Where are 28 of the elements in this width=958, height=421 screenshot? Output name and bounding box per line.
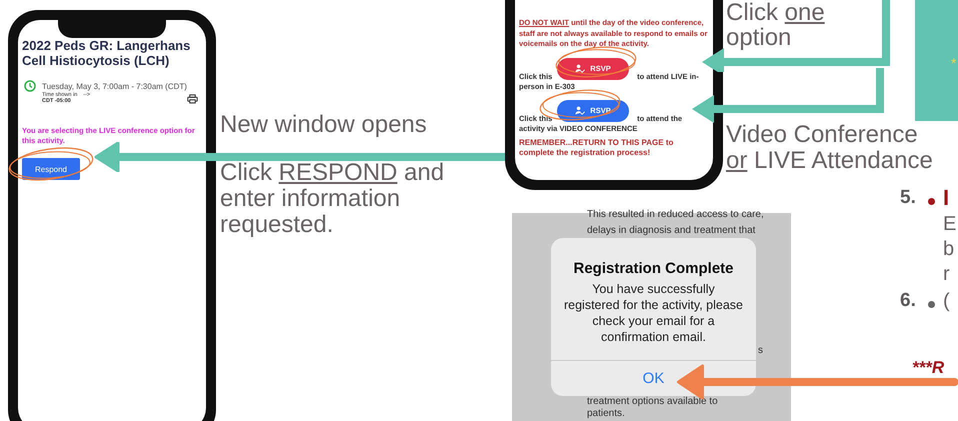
note-text: ***R xyxy=(912,358,944,378)
window-opens-text: New window opens xyxy=(220,112,428,138)
event-title: 2022 Peds GR: Langerhans Cell Histiocytosis (LCH) xyxy=(22,38,192,68)
step-number: 5. xyxy=(900,187,917,209)
event-time: Tuesday, May 3, 7:00am - 7:30am (CDT) xyxy=(42,82,187,90)
background-text: s xyxy=(758,345,763,356)
step-text: r xyxy=(943,262,951,287)
asterisk-text: * xyxy=(951,55,956,71)
clock-icon xyxy=(24,80,36,92)
step-text: b xyxy=(943,237,956,262)
background-text: delays in diagnosis and treatment that xyxy=(587,225,756,236)
dialog-title: Registration Complete xyxy=(573,260,734,277)
choose-option-text: Click one option xyxy=(726,0,826,50)
printer-icon xyxy=(187,94,198,104)
background-text: patients. xyxy=(587,408,625,419)
dialog-message: You have successfully registered for the activity, please check your email for a confirmation email. xyxy=(564,281,744,345)
reminder-text: REMEMBER...RETURN TO THIS PAGE to complete the registration process! xyxy=(519,138,674,158)
person-check-icon xyxy=(575,106,586,115)
background-text: treatment options available to xyxy=(587,396,718,407)
attendance-caption: Video Conference or LIVE Attendance xyxy=(726,122,934,174)
background-text: This resulted in reduced access to care, xyxy=(587,209,764,220)
step-number: 6. xyxy=(900,290,917,312)
step-text: E xyxy=(943,212,956,237)
step-heading: I xyxy=(943,185,950,211)
respond-button[interactable]: Respond xyxy=(22,158,80,180)
respond-instruction: Click RESPOND and enter information requested. xyxy=(220,160,446,238)
step-text: ( xyxy=(943,288,950,314)
person-check-icon xyxy=(575,64,586,73)
